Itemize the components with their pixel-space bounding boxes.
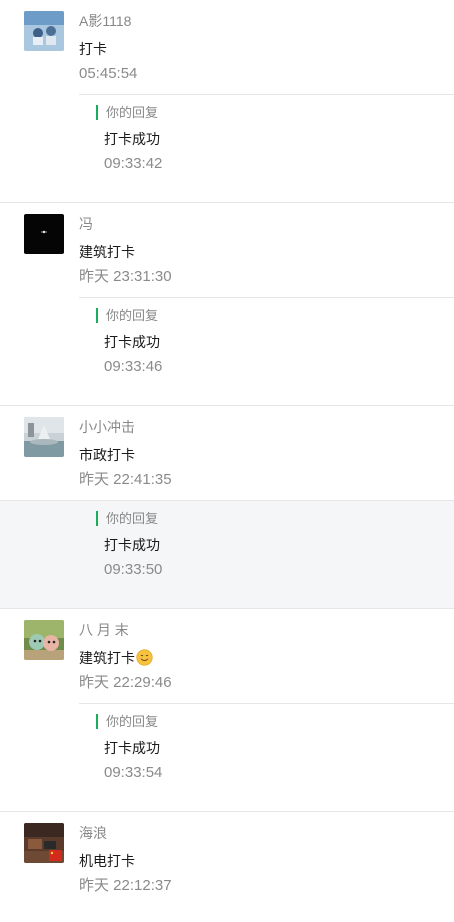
avatar-toys-photo[interactable] xyxy=(24,620,64,660)
reply-block[interactable]: 你的回复 打卡成功 09:33:46 xyxy=(79,297,454,405)
reply-time: 09:33:42 xyxy=(104,155,163,172)
sender-name: 八 月 末 xyxy=(79,622,129,638)
message-text: 市政打卡 xyxy=(79,447,135,463)
reply-time: 09:33:54 xyxy=(104,764,163,781)
reply-block[interactable]: 你的回复 打卡成功 09:33:42 xyxy=(79,94,454,202)
reply-block[interactable]: 你的回复 打卡成功 09:33:50 xyxy=(0,500,454,608)
message-entry: 小小冲击 市政打卡 昨天 22:41:35 你的回复 打卡成功 09:33:50 xyxy=(0,406,454,609)
avatar-room-photo[interactable] xyxy=(24,823,64,863)
message-time: 昨天 22:41:35 xyxy=(79,471,172,488)
sender-name: A影1118 xyxy=(79,13,132,29)
message-text: 打卡 xyxy=(79,41,107,57)
reply-label: 你的回复 xyxy=(96,714,158,729)
message-entry: A影1118 打卡 05:45:54 你的回复 打卡成功 09:33:42 xyxy=(0,0,454,203)
reply-text: 打卡成功 xyxy=(104,537,160,553)
smiling-face-emoji-icon xyxy=(136,649,153,666)
message-text-content: 建筑打卡 xyxy=(79,650,135,666)
reply-time: 09:33:46 xyxy=(104,358,163,375)
message-time: 05:45:54 xyxy=(79,65,138,82)
avatar-fountain-photo[interactable] xyxy=(24,417,64,457)
reply-label: 你的回复 xyxy=(96,105,158,120)
message-entry: 海浪 机电打卡 昨天 22:12:37 xyxy=(0,812,454,922)
sender-name: 小小冲击 xyxy=(79,419,135,435)
reply-text: 打卡成功 xyxy=(104,334,160,350)
message-entry: 八 月 末 建筑打卡 昨天 22:29:46 你的回复 打卡成功 09:33:5… xyxy=(0,609,454,812)
message-text: 机电打卡 xyxy=(79,853,135,869)
reply-label: 你的回复 xyxy=(96,308,158,323)
message-time: 昨天 23:31:30 xyxy=(79,268,172,285)
reply-time: 09:33:50 xyxy=(104,561,163,578)
avatar-beach-photo[interactable] xyxy=(24,11,64,51)
message-text: 建筑打卡 xyxy=(79,648,153,668)
sender-name: 海浪 xyxy=(79,825,107,841)
message-time: 昨天 22:29:46 xyxy=(79,674,172,691)
message-time: 昨天 22:12:37 xyxy=(79,877,172,894)
reply-label: 你的回复 xyxy=(96,511,158,526)
reply-block[interactable]: 你的回复 打卡成功 09:33:54 xyxy=(79,703,454,811)
message-entry: 冯 建筑打卡 昨天 23:31:30 你的回复 打卡成功 09:33:46 xyxy=(0,203,454,406)
message-text: 建筑打卡 xyxy=(79,244,135,260)
reply-text: 打卡成功 xyxy=(104,740,160,756)
avatar-black-photo[interactable] xyxy=(24,214,64,254)
reply-text: 打卡成功 xyxy=(104,131,160,147)
sender-name: 冯 xyxy=(79,216,93,232)
